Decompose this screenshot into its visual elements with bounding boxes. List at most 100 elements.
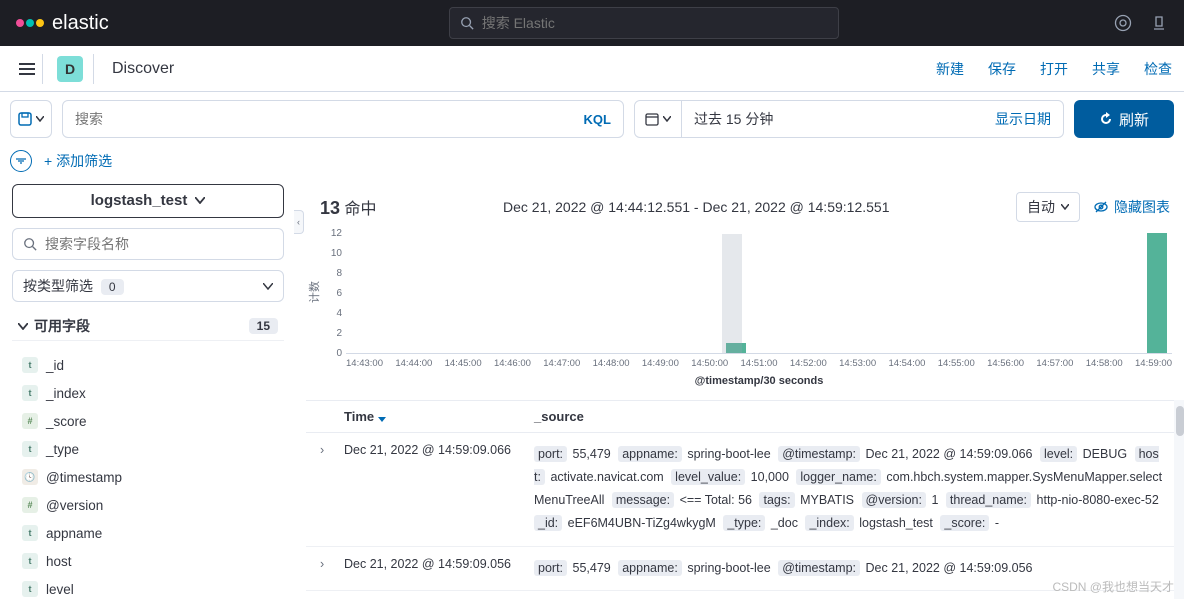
source-value: spring-boot-lee (687, 447, 770, 461)
header-action-打开[interactable]: 打开 (1040, 59, 1068, 79)
filter-options-button[interactable] (10, 150, 32, 172)
calendar-icon (645, 112, 659, 126)
resize-handle[interactable]: ‹ (296, 184, 306, 599)
query-options-button[interactable] (10, 100, 52, 138)
newsfeed-icon[interactable] (1150, 14, 1168, 32)
field-item[interactable]: t_type (12, 435, 284, 463)
type-filter-count: 0 (101, 279, 124, 295)
chevron-down-icon (663, 116, 671, 122)
column-time[interactable]: Time (344, 409, 534, 424)
field-name: _id (46, 358, 64, 373)
refresh-button[interactable]: 刷新 (1074, 100, 1174, 138)
query-input-container: KQL (62, 100, 624, 138)
fields-sidebar: logstash_test 按类型筛选 0 可用字段 15 t_idt_inde… (0, 184, 296, 599)
row-time: Dec 21, 2022 @ 14:59:09.066 (344, 443, 534, 536)
field-name: host (46, 554, 72, 569)
field-type-icon: t (22, 357, 38, 373)
index-pattern-selector[interactable]: logstash_test (12, 184, 284, 218)
header-action-保存[interactable]: 保存 (988, 59, 1016, 79)
index-pattern-name: logstash_test (91, 192, 188, 209)
field-name: _index (46, 386, 86, 401)
source-value: Dec 21, 2022 @ 14:59:09.056 (866, 561, 1033, 575)
interval-label: 自动 (1027, 197, 1055, 217)
header-action-检查[interactable]: 检查 (1144, 59, 1172, 79)
source-key: @version: (862, 492, 926, 508)
field-item[interactable]: t _index (12, 379, 284, 407)
source-value: eEF6M4UBN-TiZg4wkygM (568, 516, 716, 530)
field-item[interactable]: # _score (12, 407, 284, 435)
watermark: CSDN @我也想当天才 (1052, 578, 1174, 595)
field-search-input[interactable] (45, 236, 273, 252)
global-search-input[interactable] (482, 15, 828, 31)
field-type-icon: t (22, 553, 38, 569)
scrollbar[interactable] (1174, 400, 1184, 599)
available-fields-header[interactable]: 可用字段 15 (12, 312, 284, 341)
results-panel: 13 命中 Dec 21, 2022 @ 14:44:12.551 - Dec … (306, 184, 1184, 599)
date-range-text[interactable]: 过去 15 分钟 (682, 109, 983, 129)
available-fields-count: 15 (249, 318, 278, 334)
source-value: 10,000 (751, 470, 789, 484)
expand-row-button[interactable]: › (320, 443, 344, 536)
field-type-icon: t (22, 525, 38, 541)
help-icon[interactable] (1114, 14, 1132, 32)
collapse-sidebar-button[interactable]: ‹ (294, 210, 304, 234)
time-brush[interactable] (722, 234, 743, 353)
field-name: _score (46, 414, 87, 429)
histogram-chart[interactable]: 计数 121086420 14:43:0014:44:0014:45:0014:… (306, 230, 1184, 400)
source-key: logger_name: (796, 469, 880, 485)
field-type-icon: t (22, 385, 38, 401)
elastic-logo[interactable]: elastic (16, 12, 109, 35)
source-key: tags: (759, 492, 794, 508)
field-type-icon: # (22, 413, 38, 429)
field-item[interactable]: 🕓@timestamp (12, 463, 284, 491)
scroll-thumb[interactable] (1176, 406, 1184, 436)
chevron-down-icon (263, 283, 273, 290)
field-item[interactable]: tappname (12, 519, 284, 547)
filter-bar: + 添加筛选 (0, 146, 1184, 184)
x-tick: 14:58:00 (1086, 358, 1123, 369)
source-value: logstash_test (859, 516, 933, 530)
add-filter-button[interactable]: + 添加筛选 (44, 151, 112, 171)
header-action-新建[interactable]: 新建 (936, 59, 964, 79)
field-item[interactable]: tlevel (12, 575, 284, 599)
global-search[interactable] (449, 7, 839, 39)
expand-row-button[interactable]: › (320, 557, 344, 580)
logo-icon (16, 19, 44, 27)
x-axis-label: @timestamp/30 seconds (346, 369, 1172, 387)
source-value: <== Total: 56 (680, 493, 752, 507)
source-key: _index: (805, 515, 853, 531)
source-value: - (995, 516, 999, 530)
histogram-bar[interactable] (1147, 233, 1167, 353)
column-source[interactable]: _source (534, 409, 1170, 424)
query-input[interactable] (75, 111, 584, 127)
field-item[interactable]: thost (12, 547, 284, 575)
source-value: 55,479 (573, 447, 611, 461)
show-dates-link[interactable]: 显示日期 (983, 109, 1063, 129)
save-query-icon (18, 112, 32, 126)
source-value: MYBATIS (800, 493, 854, 507)
interval-selector[interactable]: 自动 (1016, 192, 1080, 222)
app-title: Discover (112, 60, 174, 78)
eye-off-icon (1094, 200, 1108, 214)
date-quick-button[interactable] (635, 101, 682, 137)
app-header: D Discover 新建 保存 打开 共享 检查 (0, 46, 1184, 92)
source-key: level_value: (671, 469, 745, 485)
field-name: level (46, 582, 74, 597)
x-tick: 14:52:00 (790, 358, 827, 369)
space-selector[interactable]: D (57, 56, 83, 82)
available-fields-label: 可用字段 (34, 316, 90, 336)
table-header: Time _source (306, 400, 1184, 433)
nav-menu-button[interactable] (12, 54, 42, 84)
header-action-共享[interactable]: 共享 (1092, 59, 1120, 79)
chevron-down-icon (1061, 204, 1069, 210)
y-tick: 6 (322, 288, 342, 299)
source-key: _type: (723, 515, 765, 531)
query-language-switch[interactable]: KQL (584, 112, 611, 127)
row-time: Dec 21, 2022 @ 14:59:09.056 (344, 557, 534, 580)
field-type-filter[interactable]: 按类型筛选 0 (12, 270, 284, 302)
x-tick: 14:53:00 (839, 358, 876, 369)
field-item[interactable]: #@version (12, 491, 284, 519)
hide-chart-button[interactable]: 隐藏图表 (1094, 197, 1170, 217)
field-item[interactable]: t _id (12, 351, 284, 379)
source-key: _score: (940, 515, 989, 531)
